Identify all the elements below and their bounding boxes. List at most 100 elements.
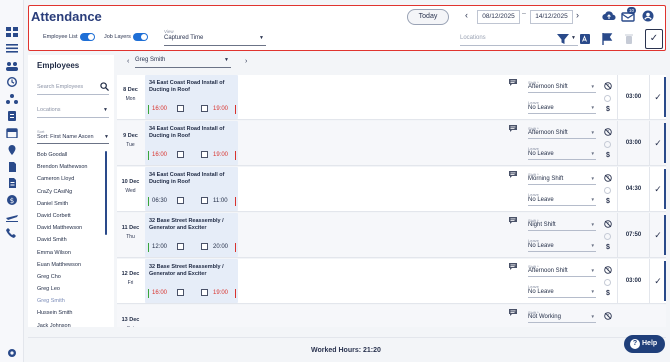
today-button[interactable]: Today bbox=[407, 9, 449, 25]
cloud-upload-icon[interactable] bbox=[602, 10, 616, 22]
export-sheet-icon[interactable] bbox=[578, 32, 592, 46]
dollar-icon[interactable]: $ bbox=[604, 244, 612, 252]
sort-select[interactable]: Sort: First Name Ascen ▼ bbox=[37, 134, 109, 144]
employee-list-item[interactable]: Greg Leo bbox=[37, 283, 109, 295]
job-shift-card[interactable]: 34 East Coast Road Install of Ducting in… bbox=[145, 121, 238, 165]
start-time-checkbox[interactable] bbox=[177, 243, 184, 250]
shift-select[interactable]: Afternoon Shift ▼ bbox=[528, 268, 596, 277]
approve-row-button[interactable]: ✓ bbox=[649, 167, 666, 211]
employee-list-item[interactable]: David Corbett bbox=[37, 210, 109, 222]
employee-list-item[interactable]: Daniel Smith bbox=[37, 198, 109, 210]
comment-icon[interactable] bbox=[509, 171, 517, 178]
dollar-icon[interactable]: $ bbox=[6, 195, 18, 205]
job-layers-toggle[interactable] bbox=[133, 33, 148, 41]
prev-week-button[interactable]: ‹ bbox=[465, 10, 468, 20]
start-time-checkbox[interactable] bbox=[177, 151, 184, 158]
employee-list-item[interactable]: Brendon Mathewson bbox=[37, 161, 109, 173]
comment-icon[interactable] bbox=[509, 263, 517, 270]
employee-list-item[interactable]: David Smith bbox=[37, 234, 109, 246]
leave-select[interactable]: No Leave ▼ bbox=[528, 289, 596, 298]
end-time[interactable]: 19:00 bbox=[212, 151, 236, 160]
leave-select[interactable]: No Leave ▼ bbox=[528, 243, 596, 252]
dollar-icon[interactable]: $ bbox=[604, 106, 612, 114]
end-time[interactable]: 11:00 bbox=[212, 197, 236, 206]
dollar-icon[interactable]: $ bbox=[604, 290, 612, 298]
start-time-checkbox[interactable] bbox=[177, 105, 184, 112]
dollar-icon[interactable]: $ bbox=[604, 198, 612, 206]
employee-list-scrollbar[interactable] bbox=[105, 151, 107, 235]
org-chart-icon[interactable] bbox=[6, 94, 18, 104]
leave-select[interactable]: No Leave ▼ bbox=[528, 197, 596, 206]
list-icon[interactable] bbox=[6, 43, 18, 53]
shift-select[interactable]: Afternoon Shift ▼ bbox=[528, 130, 596, 139]
confirm-all-button[interactable]: ✓ bbox=[645, 29, 663, 49]
shift-select[interactable]: Night Shift ▼ bbox=[528, 222, 596, 231]
employee-search-input[interactable]: Search Employees bbox=[37, 82, 109, 95]
leave-select[interactable]: No Leave ▼ bbox=[528, 151, 596, 160]
start-time[interactable]: 12:00 bbox=[148, 243, 170, 252]
search-icon[interactable] bbox=[100, 82, 109, 91]
employee-select[interactable]: Greg Smith ▼ bbox=[135, 57, 231, 68]
shift-select[interactable]: Morning Shift ▼ bbox=[528, 176, 596, 185]
end-time-checkbox[interactable] bbox=[201, 151, 208, 158]
job-shift-card[interactable]: 32 Base Street Reassembly / Generator an… bbox=[145, 259, 238, 303]
calendar-icon[interactable] bbox=[6, 128, 18, 138]
settings-gear-icon[interactable] bbox=[6, 348, 18, 358]
no-overtime-icon[interactable] bbox=[604, 312, 612, 320]
employee-list-item[interactable]: Emma Wilson bbox=[37, 247, 109, 259]
end-time-checkbox[interactable] bbox=[201, 105, 208, 112]
team-icon[interactable] bbox=[6, 61, 18, 71]
start-time-checkbox[interactable] bbox=[177, 289, 184, 296]
end-time-checkbox[interactable] bbox=[201, 197, 208, 204]
job-shift-card[interactable]: 34 East Coast Road Install of Ducting in… bbox=[145, 167, 238, 211]
flag-icon[interactable] bbox=[600, 32, 614, 46]
no-overtime-icon[interactable] bbox=[604, 220, 612, 228]
employee-list-item[interactable]: Greg Cho bbox=[37, 271, 109, 283]
job-shift-card[interactable]: 32 Base Street Reassembly / Generator an… bbox=[145, 213, 238, 257]
employee-list-item[interactable]: Bob Goodall bbox=[37, 149, 109, 161]
start-time[interactable]: 06:30 bbox=[148, 197, 170, 206]
phone-icon[interactable] bbox=[6, 228, 18, 238]
approve-row-button[interactable]: ✓ bbox=[649, 121, 666, 165]
employee-list-item[interactable]: Cameron Lloyd bbox=[37, 173, 109, 185]
comment-icon[interactable] bbox=[509, 125, 517, 132]
approve-row-button[interactable]: ✓ bbox=[649, 75, 666, 119]
report-icon[interactable] bbox=[6, 178, 18, 188]
end-time-checkbox[interactable] bbox=[201, 243, 208, 250]
document-icon[interactable] bbox=[6, 162, 18, 172]
employee-list-item[interactable]: Euan Matthewson bbox=[37, 259, 109, 271]
end-time[interactable]: 19:00 bbox=[212, 289, 236, 298]
dashboard-icon[interactable] bbox=[6, 27, 18, 37]
view-select[interactable]: Captured Time ▼ bbox=[164, 35, 266, 46]
comment-icon[interactable] bbox=[509, 79, 517, 86]
end-time[interactable]: 20:00 bbox=[212, 243, 236, 252]
no-overtime-icon[interactable] bbox=[604, 128, 612, 136]
start-time-checkbox[interactable] bbox=[177, 197, 184, 204]
employee-list-item[interactable]: David Matthewson bbox=[37, 222, 109, 234]
employee-locations-select[interactable]: Locations ▼ bbox=[37, 107, 109, 118]
employee-list-item[interactable]: CraZy CAsiNg bbox=[37, 186, 109, 198]
date-from-input[interactable]: 08/12/2025 bbox=[477, 10, 520, 24]
prev-employee-button[interactable]: ‹ bbox=[127, 58, 129, 65]
end-time-checkbox[interactable] bbox=[201, 289, 208, 296]
start-time[interactable]: 16:00 bbox=[148, 289, 170, 298]
leave-select[interactable]: No Leave ▼ bbox=[528, 105, 596, 114]
employee-list-item[interactable]: Jack Johnson bbox=[37, 320, 109, 332]
dollar-icon[interactable]: $ bbox=[604, 152, 612, 160]
date-to-input[interactable]: 14/12/2025 bbox=[530, 10, 573, 24]
clock-icon[interactable] bbox=[6, 77, 18, 87]
user-account-icon[interactable] bbox=[641, 10, 655, 22]
location-pin-icon[interactable] bbox=[6, 145, 18, 155]
employee-list-toggle[interactable] bbox=[80, 33, 95, 41]
clipboard-icon[interactable] bbox=[6, 111, 18, 121]
next-employee-button[interactable]: › bbox=[245, 58, 247, 65]
end-time[interactable]: 19:00 bbox=[212, 105, 236, 114]
comment-icon[interactable] bbox=[509, 309, 517, 316]
start-time[interactable]: 16:00 bbox=[148, 151, 170, 160]
shift-select[interactable]: Not Working ▼ bbox=[528, 314, 596, 323]
approve-row-button[interactable]: ✓ bbox=[649, 259, 666, 303]
employee-list-item[interactable]: Hussein Smith bbox=[37, 307, 109, 319]
employee-list-item[interactable]: Greg Smith bbox=[37, 295, 109, 307]
travel-icon[interactable] bbox=[6, 212, 18, 222]
filter-icon[interactable] bbox=[556, 32, 570, 46]
